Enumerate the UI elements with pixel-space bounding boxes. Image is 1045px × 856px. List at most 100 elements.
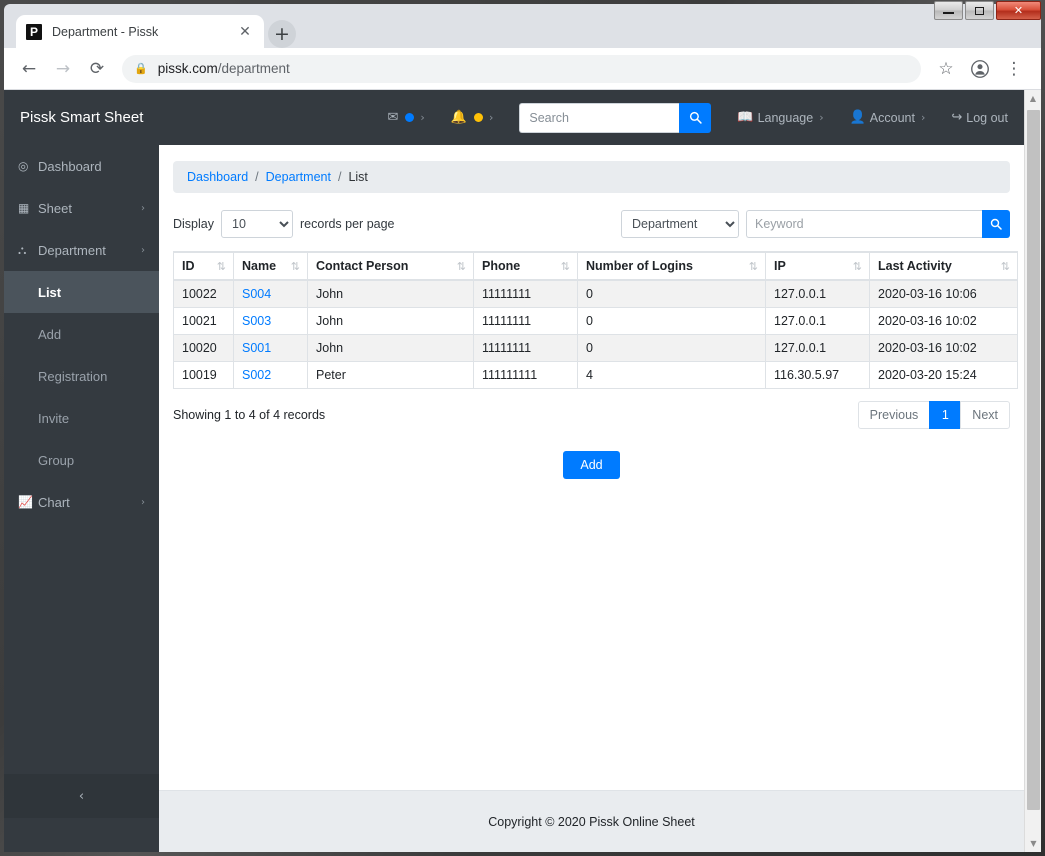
maximize-button[interactable] [965,1,994,20]
sidebar-collapse-button[interactable]: ‹ [4,774,159,818]
account-menu[interactable]: 👤 Account › [850,110,926,125]
pagination-previous[interactable]: Previous [857,401,931,429]
pagination: Previous 1 Next [857,401,1010,429]
table-header-row: ID ⇅ Name ⇅ Contact Person ⇅ Phone ⇅ Number … [173,251,1018,281]
search-input[interactable] [519,102,680,133]
sidebar-item-list[interactable]: List [4,271,159,313]
record-link[interactable]: S001 [242,341,271,355]
app-brand[interactable]: Pissk Smart Sheet [4,109,159,126]
cell-phone: 111111111 [473,361,578,389]
pagination-next[interactable]: Next [960,401,1010,429]
column-header-name[interactable]: Name ⇅ [233,251,308,281]
browser-tab[interactable]: P Department - Pissk ✕ [16,15,264,49]
data-table-wrapper: ID ⇅ Name ⇅ Contact Person ⇅ Phone ⇅ Number … [173,251,1018,389]
browser-toolbar: ← → ⟳ 🔒 pissk.com/department ☆ ⋮ [4,48,1041,90]
browser-menu-icon[interactable]: ⋮ [999,54,1029,84]
scroll-up-arrow-icon[interactable]: ▲ [1025,90,1041,107]
chevron-right-icon: › [420,111,425,124]
messages-menu[interactable]: ✉ › [387,110,424,125]
chart-icon: 📈 [18,495,33,509]
search-button[interactable] [679,102,712,133]
sort-icon: ⇅ [216,260,226,273]
sidebar-item-add[interactable]: Add [4,313,159,355]
breadcrumb-department[interactable]: Department [266,170,331,184]
cell-phone: 11111111 [473,307,578,335]
table-row[interactable]: 10021 S003 John 11111111 0 127.0.0.1 202… [173,307,1018,335]
sidebar-item-department[interactable]: ⛬ Department › [4,229,159,271]
table-row[interactable]: 10020 S001 John 11111111 0 127.0.0.1 202… [173,334,1018,362]
forward-icon[interactable]: → [48,54,78,84]
web-page: Pissk Smart Sheet ✉ › 🔔 › Search 📖 Langu… [4,90,1024,852]
close-button[interactable]: ✕ [996,1,1041,20]
back-icon[interactable]: ← [14,54,44,84]
column-header-last-activity[interactable]: Last Activity ⇅ [869,251,1018,281]
scrollbar-thumb[interactable] [1027,110,1040,810]
page-footer: Copyright © 2020 Pissk Online Sheet [159,790,1024,852]
tab-close-icon[interactable]: ✕ [236,23,254,41]
chevron-left-icon: ‹ [78,788,85,804]
cell-last-activity: 2020-03-16 10:02 [869,307,1018,335]
record-link[interactable]: S002 [242,368,271,382]
pagination-page-1[interactable]: 1 [929,401,962,429]
column-header-contact-person[interactable]: Contact Person ⇅ [307,251,474,281]
sort-icon: ⇅ [290,260,300,273]
sort-icon: ⇅ [456,260,466,273]
address-bar[interactable]: 🔒 pissk.com/department [122,54,921,83]
cell-phone: 11111111 [473,334,578,362]
close-icon: ✕ [1013,4,1024,17]
cell-last-activity: 2020-03-16 10:06 [869,279,1018,308]
cell-id: 10022 [173,279,234,308]
tab-title: Department - Pissk [52,25,159,39]
sidebar-item-registration[interactable]: Registration [4,355,159,397]
cell-name: S003 [233,307,308,335]
add-button[interactable]: Add [563,451,620,479]
scroll-down-arrow-icon[interactable]: ▼ [1025,835,1041,852]
table-row[interactable]: 10019 S002 Peter 111111111 4 116.30.5.97… [173,361,1018,389]
minimize-button[interactable] [934,1,963,20]
new-tab-button[interactable]: + [268,20,296,48]
filter-category-select[interactable]: Department [621,210,739,238]
column-header-id[interactable]: ID ⇅ [173,251,234,281]
records-per-page-select[interactable]: 10 [221,210,293,238]
main-content: Dashboard / Department / List Display 10… [159,145,1024,852]
record-link[interactable]: S003 [242,314,271,328]
keyword-search-button[interactable] [982,210,1010,238]
logout-link[interactable]: ↪ Log out [951,110,1008,125]
sidebar-item-sheet[interactable]: ▦ Sheet › [4,187,159,229]
reload-icon[interactable]: ⟳ [82,54,112,84]
add-button-row: Add [159,451,1024,479]
bookmark-star-icon[interactable]: ☆ [931,54,961,84]
column-label: Contact Person [316,259,409,273]
display-label: Display [173,217,214,231]
records-per-page-label: records per page [300,217,395,231]
breadcrumb-current: List [348,170,368,184]
record-link[interactable]: S004 [242,287,271,301]
sidebar-item-group[interactable]: Group [4,439,159,481]
sidebar-item-dashboard[interactable]: ◎ Dashboard [4,145,159,187]
column-header-phone[interactable]: Phone ⇅ [473,251,578,281]
sidebar-item-invite[interactable]: Invite [4,397,159,439]
notifications-menu[interactable]: 🔔 › [451,110,494,125]
cell-name: S001 [233,334,308,362]
column-header-number-of-logins[interactable]: Number of Logins ⇅ [577,251,766,281]
lock-icon: 🔒 [134,62,148,75]
keyword-input[interactable] [746,210,982,238]
data-table: ID ⇅ Name ⇅ Contact Person ⇅ Phone ⇅ Number … [173,251,1018,389]
column-header-ip[interactable]: IP ⇅ [765,251,870,281]
page-viewport: Pissk Smart Sheet ✉ › 🔔 › Search 📖 Langu… [4,90,1041,852]
table-row[interactable]: 10022 S004 John 11111111 0 127.0.0.1 202… [173,279,1018,308]
language-menu[interactable]: 📖 Language › [737,110,823,125]
cell-ip: 116.30.5.97 [765,361,870,389]
records-summary: Showing 1 to 4 of 4 records [173,408,326,422]
breadcrumb-separator: / [255,170,259,184]
cell-phone: 11111111 [473,279,578,308]
page-scrollbar[interactable]: ▲ ▼ [1024,90,1041,852]
sidebar-item-chart[interactable]: 📈 Chart › [4,481,159,523]
bell-icon: 🔔 [450,110,467,125]
sidebar: ◎ Dashboard ▦ Sheet › ⛬ Department › Lis… [4,145,159,852]
column-label: ID [182,259,195,273]
cell-contact-person: John [307,307,474,335]
sort-icon: ⇅ [852,260,862,273]
profile-avatar-icon[interactable] [965,54,995,84]
breadcrumb-dashboard[interactable]: Dashboard [187,170,248,184]
